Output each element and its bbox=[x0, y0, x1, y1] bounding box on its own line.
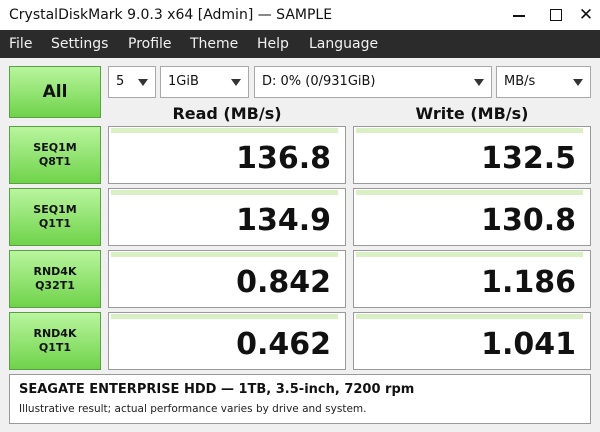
read-result: 0.842 bbox=[108, 250, 346, 308]
test-size-value: 1GiB bbox=[168, 74, 199, 89]
minimize-button[interactable] bbox=[499, 0, 539, 30]
test-label-line2: Q1T1 bbox=[38, 217, 72, 230]
unit-select[interactable]: MB/s bbox=[496, 66, 591, 98]
progress-bar bbox=[111, 252, 338, 257]
chevron-down-icon bbox=[231, 79, 241, 86]
write-result: 130.8 bbox=[353, 188, 591, 246]
maximize-icon bbox=[550, 9, 562, 21]
chevron-down-icon bbox=[474, 79, 484, 86]
close-button[interactable]: ✕ bbox=[566, 0, 600, 30]
read-value: 136.8 bbox=[236, 141, 331, 176]
minimize-icon bbox=[513, 14, 525, 17]
write-value: 132.5 bbox=[481, 141, 576, 176]
test-label-line2: Q8T1 bbox=[38, 155, 72, 168]
write-header: Write (MB/s) bbox=[415, 104, 529, 123]
read-header: Read (MB/s) bbox=[172, 104, 282, 123]
read-value: 134.9 bbox=[236, 203, 331, 238]
write-result: 1.186 bbox=[353, 250, 591, 308]
read-result: 0.462 bbox=[108, 312, 346, 370]
write-value: 130.8 bbox=[481, 203, 576, 238]
test-label-line1: RND4K bbox=[33, 327, 77, 340]
read-result: 136.8 bbox=[108, 126, 346, 184]
progress-bar bbox=[356, 314, 583, 319]
test-label-line1: SEQ1M bbox=[33, 203, 77, 216]
test-label-line2: Q32T1 bbox=[35, 279, 75, 292]
test-button-rnd4k-q1t1[interactable]: RND4K Q1T1 bbox=[9, 312, 101, 370]
menu-theme[interactable]: Theme bbox=[190, 36, 238, 52]
progress-bar bbox=[111, 128, 338, 133]
test-label-line1: SEQ1M bbox=[33, 141, 77, 154]
progress-bar bbox=[111, 190, 338, 195]
drive-info-text: SEAGATE ENTERPRISE HDD — 1TB, 3.5-inch, … bbox=[19, 382, 415, 397]
close-icon: ✕ bbox=[578, 4, 594, 25]
read-value: 0.842 bbox=[236, 265, 331, 300]
all-button[interactable]: All bbox=[9, 66, 101, 118]
write-value: 1.041 bbox=[481, 327, 576, 362]
menu-file[interactable]: File bbox=[9, 36, 32, 52]
menu-settings[interactable]: Settings bbox=[51, 36, 108, 52]
drive-value: D: 0% (0/931GiB) bbox=[262, 74, 376, 89]
chevron-down-icon bbox=[573, 79, 583, 86]
test-button-rnd4k-q32t1[interactable]: RND4K Q32T1 bbox=[9, 250, 101, 308]
write-value: 1.186 bbox=[481, 265, 576, 300]
menu-help[interactable]: Help bbox=[257, 36, 289, 52]
test-label-line2: Q1T1 bbox=[38, 341, 72, 354]
menu-profile[interactable]: Profile bbox=[128, 36, 172, 52]
window-title: CrystalDiskMark 9.0.3 x64 [Admin] — SAMP… bbox=[9, 7, 333, 23]
read-value: 0.462 bbox=[236, 327, 331, 362]
drive-info-panel: SEAGATE ENTERPRISE HDD — 1TB, 3.5-inch, … bbox=[9, 374, 591, 424]
read-result: 134.9 bbox=[108, 188, 346, 246]
test-size-select[interactable]: 1GiB bbox=[160, 66, 249, 98]
menu-language[interactable]: Language bbox=[309, 36, 378, 52]
test-count-value: 5 bbox=[116, 74, 125, 89]
progress-bar bbox=[356, 190, 583, 195]
write-result: 1.041 bbox=[353, 312, 591, 370]
chevron-down-icon bbox=[138, 79, 148, 86]
progress-bar bbox=[111, 314, 338, 319]
unit-value: MB/s bbox=[504, 74, 536, 89]
title-bar: CrystalDiskMark 9.0.3 x64 [Admin] — SAMP… bbox=[0, 0, 600, 30]
disclaimer-text: Illustrative result; actual performance … bbox=[19, 403, 367, 415]
progress-bar bbox=[356, 128, 583, 133]
drive-select[interactable]: D: 0% (0/931GiB) bbox=[254, 66, 492, 98]
progress-bar bbox=[356, 252, 583, 257]
test-count-select[interactable]: 5 bbox=[108, 66, 156, 98]
test-button-seq1m-q1t1[interactable]: SEQ1M Q1T1 bbox=[9, 188, 101, 246]
test-button-seq1m-q8t1[interactable]: SEQ1M Q8T1 bbox=[9, 126, 101, 184]
test-label-line1: RND4K bbox=[33, 265, 77, 278]
menu-bar: File Settings Profile Theme Help Languag… bbox=[0, 30, 600, 58]
write-result: 132.5 bbox=[353, 126, 591, 184]
